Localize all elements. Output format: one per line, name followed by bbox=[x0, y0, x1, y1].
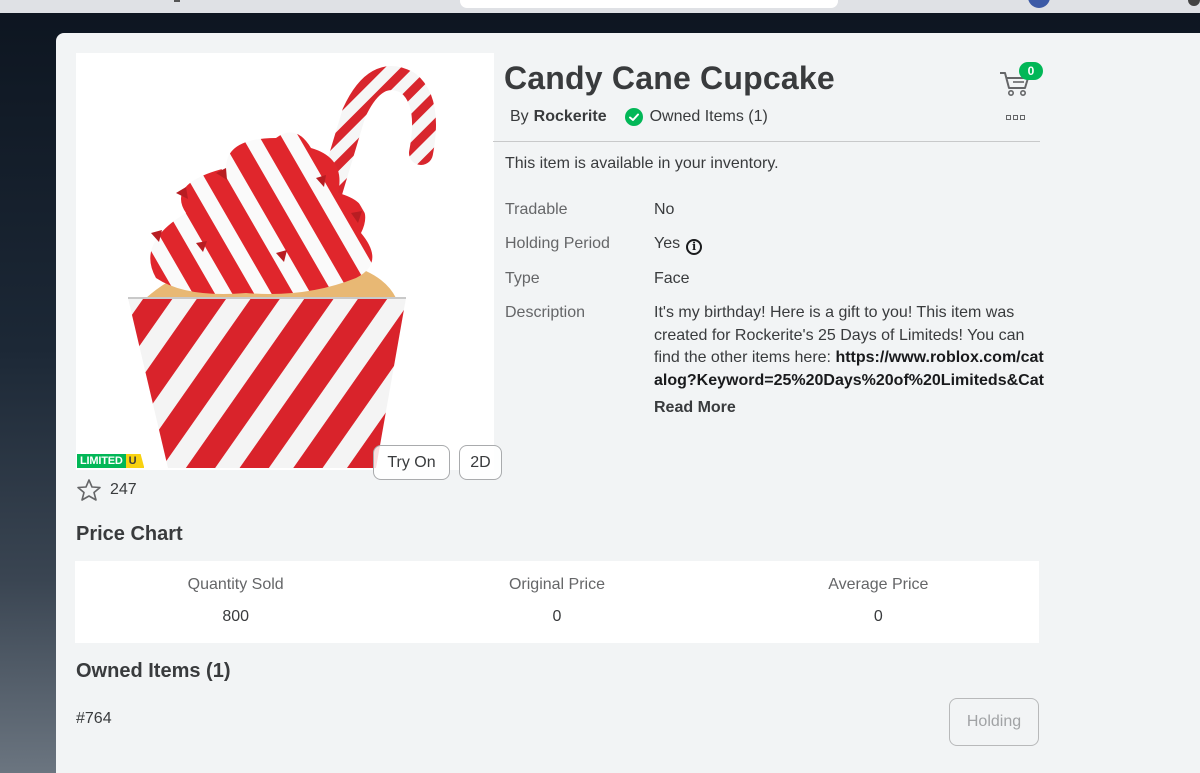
more-icon[interactable] bbox=[1006, 113, 1028, 121]
more-dot bbox=[1013, 114, 1018, 120]
type-label: Type bbox=[505, 270, 540, 287]
stat-label: Quantity Sold bbox=[187, 576, 284, 593]
original-price-stat: Original Price 0 bbox=[396, 561, 717, 643]
quantity-sold-stat: Quantity Sold 800 bbox=[75, 561, 396, 643]
description-label: Description bbox=[505, 304, 586, 321]
holding-period-label: Holding Period bbox=[505, 235, 610, 252]
item-byline: By Rockerite Owned Items (1) bbox=[510, 108, 768, 126]
item-thumbnail: Try On 2D bbox=[76, 53, 502, 480]
read-more-button[interactable]: Read More bbox=[654, 399, 740, 417]
extension-icon[interactable] bbox=[1028, 0, 1050, 8]
browser-chrome bbox=[0, 0, 1200, 13]
owned-item-serial: #764 bbox=[76, 710, 112, 727]
tradable-value: No bbox=[654, 201, 675, 218]
unique-label: U bbox=[125, 454, 145, 468]
star-icon[interactable] bbox=[76, 478, 102, 502]
address-bar[interactable] bbox=[460, 0, 838, 8]
description-text: It's my birthday! Here is a gift to you!… bbox=[654, 302, 1044, 397]
more-dot bbox=[1006, 114, 1011, 120]
cupcake-image bbox=[128, 66, 436, 468]
profile-icon[interactable] bbox=[1188, 0, 1200, 6]
price-chart-panel: Quantity Sold 800 Original Price 0 Avera… bbox=[75, 561, 1039, 643]
stat-value: 0 bbox=[873, 608, 883, 625]
holding-period-value-wrap: Yes i bbox=[654, 235, 703, 255]
info-icon[interactable]: i bbox=[686, 239, 703, 255]
header-divider bbox=[493, 141, 1040, 142]
tradable-label: Tradable bbox=[505, 201, 568, 218]
limited-unique-badge: LIMITED U bbox=[77, 454, 145, 468]
verified-check-icon bbox=[624, 108, 643, 126]
creator-link[interactable]: Rockerite bbox=[534, 108, 607, 126]
stat-label: Original Price bbox=[508, 576, 605, 593]
owned-items-title: Owned Items (1) bbox=[76, 660, 231, 682]
type-value: Face bbox=[654, 270, 690, 287]
try-on-button[interactable]: Try On bbox=[373, 445, 450, 480]
cart-count-badge: 0 bbox=[1019, 62, 1043, 80]
limited-label: LIMITED bbox=[77, 454, 126, 468]
average-price-stat: Average Price 0 bbox=[718, 561, 1039, 643]
by-label: By bbox=[510, 108, 529, 125]
item-title: Candy Cane Cupcake bbox=[504, 60, 835, 96]
toggle-2d-button[interactable]: 2D bbox=[459, 445, 502, 480]
stat-value: 800 bbox=[222, 608, 250, 625]
more-dot bbox=[1020, 114, 1025, 120]
stat-value: 0 bbox=[552, 608, 562, 625]
stat-label: Average Price bbox=[828, 576, 929, 593]
owned-items-link[interactable]: Owned Items (1) bbox=[650, 108, 768, 126]
item-details-card: Try On 2D LIMITED U 247 Candy Cane Cupca… bbox=[56, 33, 1200, 773]
holding-period-value: Yes bbox=[654, 235, 681, 252]
holding-button[interactable]: Holding bbox=[949, 698, 1039, 746]
tab-fragment bbox=[174, 0, 180, 2]
favorite-count: 247 bbox=[110, 481, 137, 498]
favorite-control[interactable]: 247 bbox=[76, 478, 137, 502]
availability-text: This item is available in your inventory… bbox=[505, 155, 779, 172]
price-chart-title: Price Chart bbox=[76, 523, 183, 545]
